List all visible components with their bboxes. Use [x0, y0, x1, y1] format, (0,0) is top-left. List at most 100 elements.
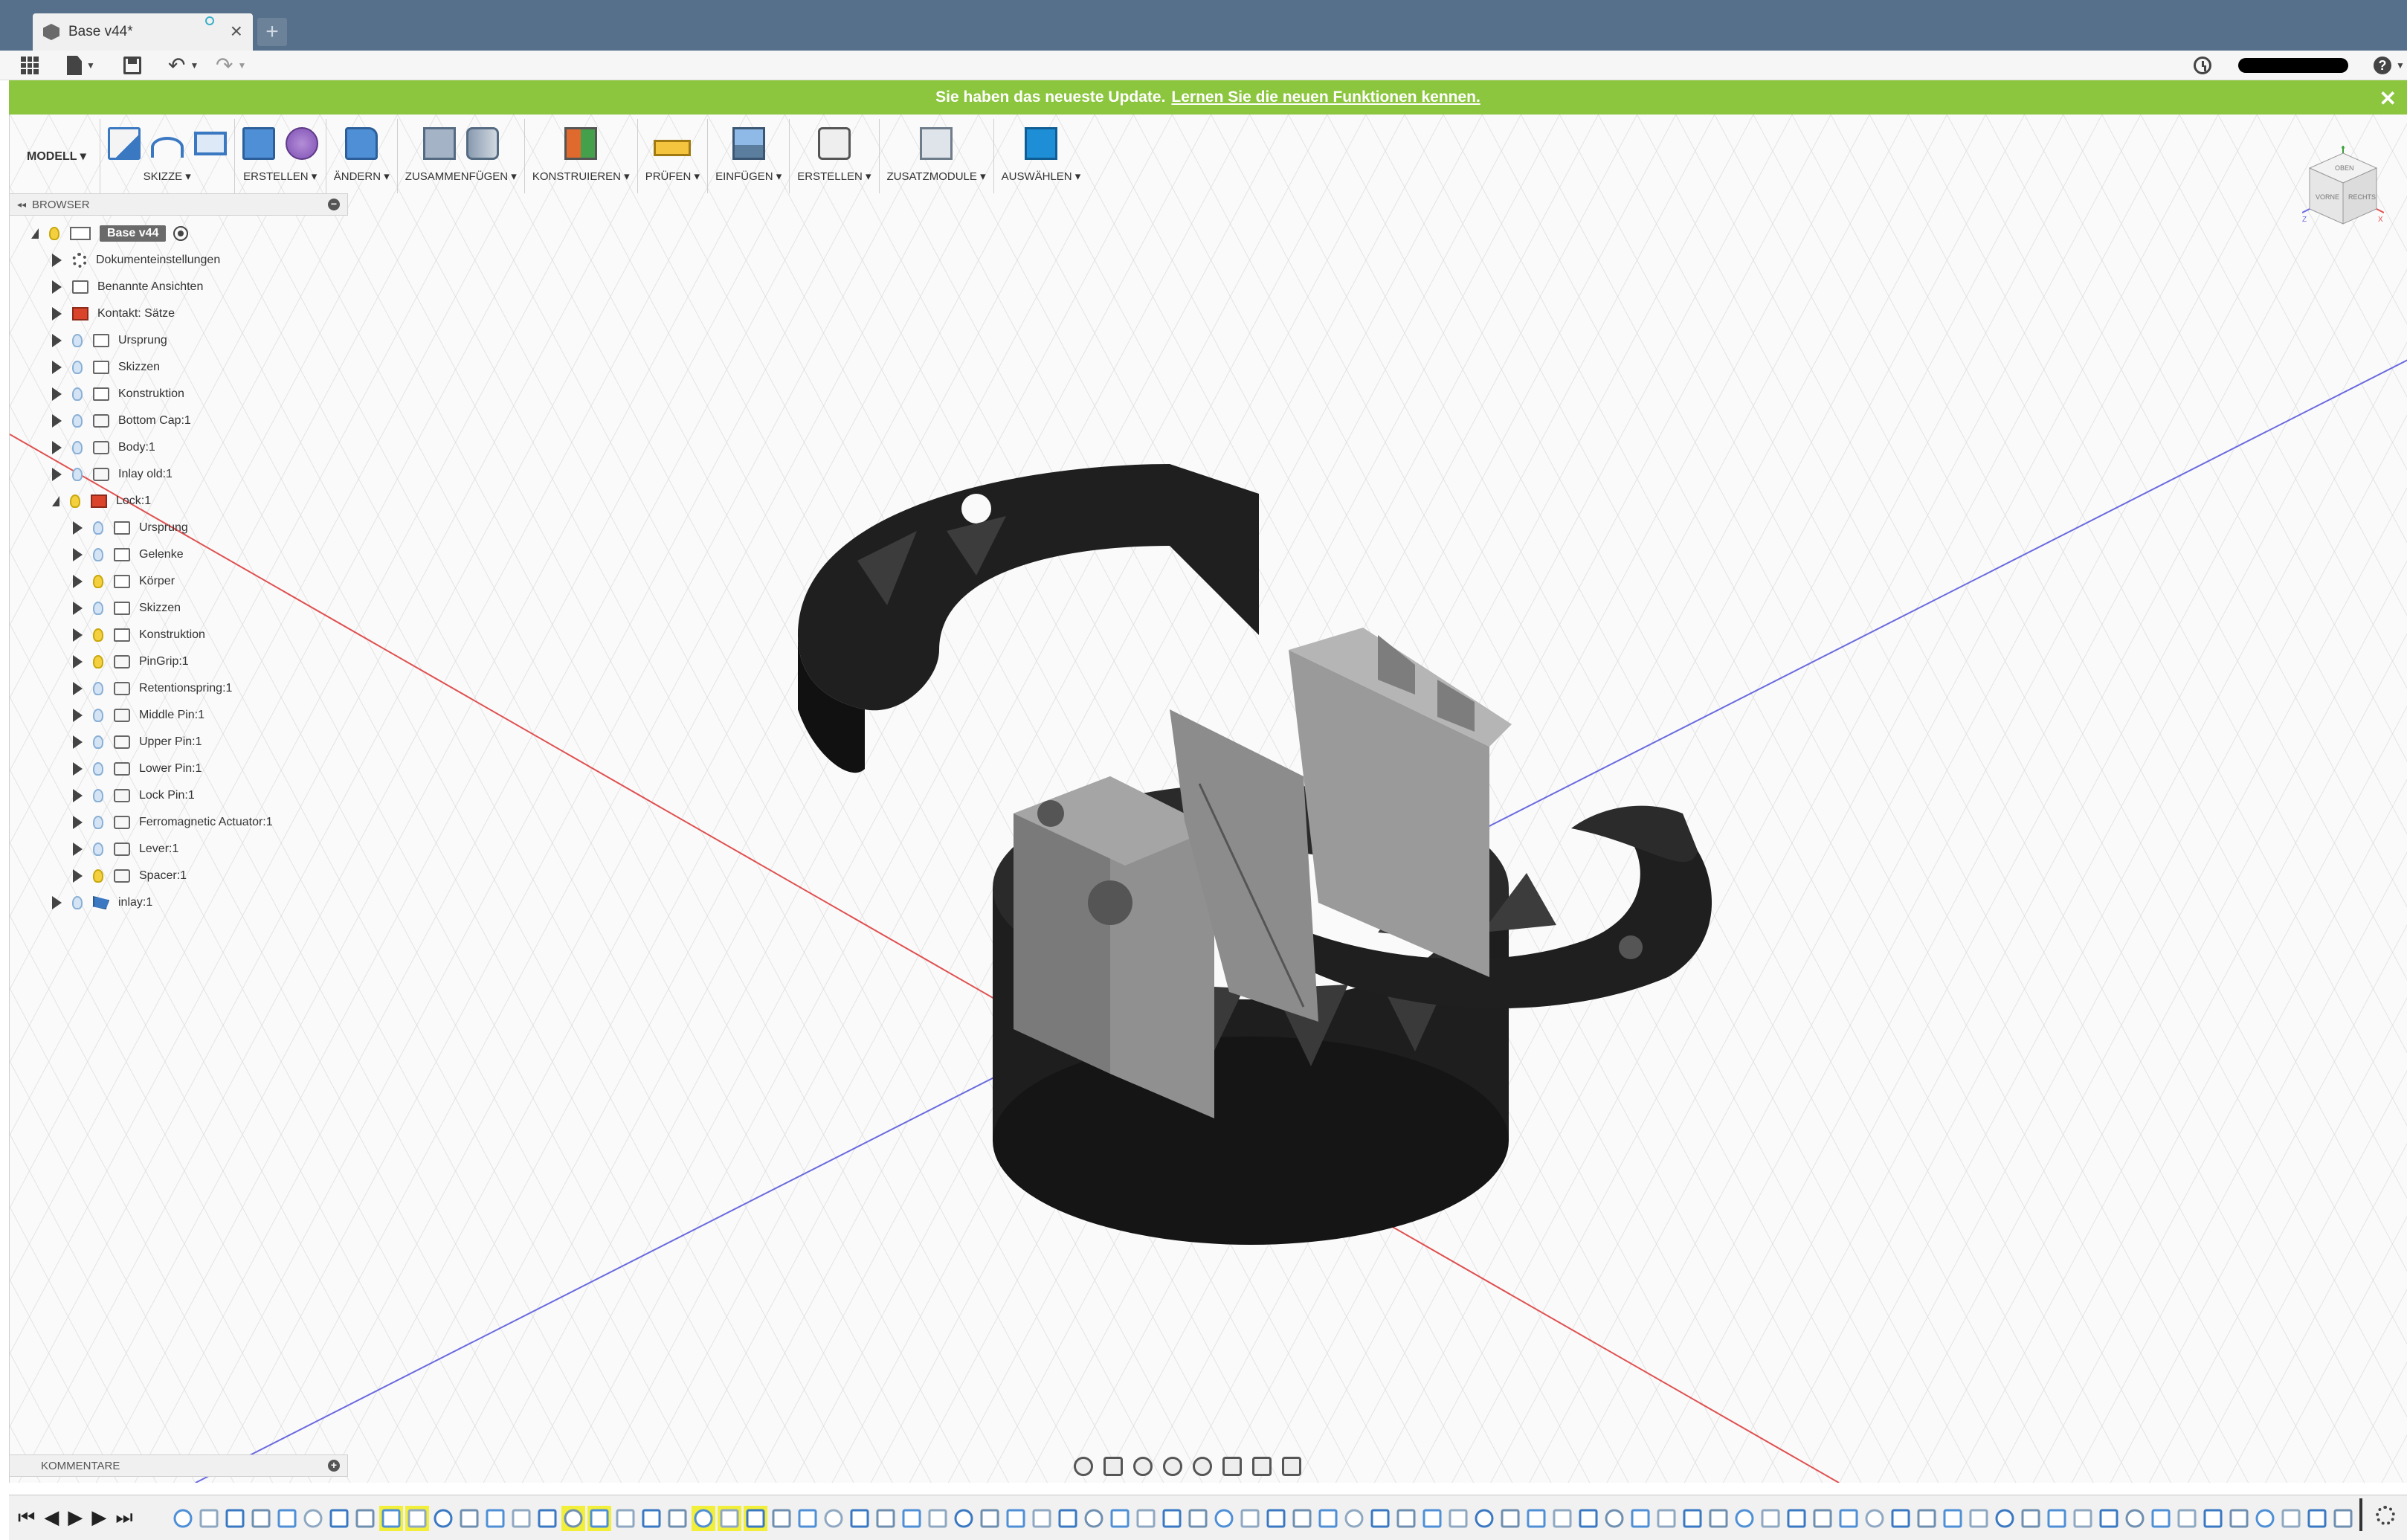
timeline-feature[interactable]: [642, 1509, 661, 1528]
toolbar-group-insert[interactable]: EINFÜGEN ▾: [708, 119, 790, 193]
grid-settings-icon[interactable]: [1252, 1457, 1272, 1476]
visibility-bulb-icon[interactable]: [72, 361, 83, 374]
tree-item-bodies[interactable]: Körper: [9, 568, 351, 595]
timeline-marker[interactable]: [2359, 1498, 2362, 1531]
expand-toggle-icon[interactable]: [73, 843, 83, 856]
rectangle-icon[interactable]: [193, 132, 227, 155]
toolbar-label-select[interactable]: AUSWÄHLEN ▾: [1002, 170, 1081, 183]
timeline-feature[interactable]: [199, 1509, 219, 1528]
file-menu-button[interactable]: ▼: [67, 55, 95, 76]
new-tab-button[interactable]: +: [257, 18, 287, 46]
visibility-bulb-icon[interactable]: [93, 843, 103, 856]
timeline-feature[interactable]: [1032, 1509, 1051, 1528]
insert-image-icon[interactable]: [732, 127, 765, 160]
timeline-feature[interactable]: [1292, 1509, 1312, 1528]
timeline-feature[interactable]: [902, 1509, 921, 1528]
tree-item-sketches[interactable]: Skizzen: [9, 354, 351, 381]
banner-close-icon[interactable]: ✕: [2379, 86, 2397, 111]
user-account-menu[interactable]: [2238, 58, 2348, 73]
tree-item-pingrip[interactable]: PinGrip:1: [9, 648, 351, 675]
timeline-feature[interactable]: [1839, 1509, 1858, 1528]
timeline-feature[interactable]: [744, 1506, 767, 1531]
timeline-feature[interactable]: [2229, 1509, 2249, 1528]
timeline-feature[interactable]: [1214, 1509, 1234, 1528]
timeline-feature[interactable]: [1188, 1509, 1208, 1528]
timeline-feature[interactable]: [2281, 1509, 2301, 1528]
visibility-bulb-icon[interactable]: [72, 441, 83, 454]
timeline-feature[interactable]: [2047, 1509, 2066, 1528]
timeline-feature[interactable]: [486, 1509, 505, 1528]
visibility-bulb-icon[interactable]: [93, 816, 103, 829]
visibility-bulb-icon[interactable]: [72, 387, 83, 401]
collapse-panel-icon[interactable]: ◂◂: [17, 199, 26, 210]
visibility-bulb-icon[interactable]: [49, 227, 59, 240]
visibility-bulb-icon[interactable]: [93, 682, 103, 695]
tree-item-joints[interactable]: Gelenke: [9, 541, 351, 568]
toolbar-label-render[interactable]: ERSTELLEN ▾: [797, 170, 871, 183]
visibility-bulb-icon[interactable]: [72, 414, 83, 428]
timeline-feature[interactable]: [1240, 1509, 1260, 1528]
toolbar-group-modify[interactable]: ÄNDERN ▾: [326, 119, 398, 193]
timeline-feature[interactable]: [1787, 1509, 1806, 1528]
new-component-icon[interactable]: [422, 127, 456, 160]
timeline-previous-button[interactable]: ◀: [44, 1506, 59, 1528]
toolbar-label-addins[interactable]: ZUSATZMODULE ▾: [887, 170, 986, 183]
timeline-feature[interactable]: [1553, 1509, 1572, 1528]
toolbar-label-construct[interactable]: KONSTRUIEREN ▾: [532, 170, 630, 183]
timeline-next-button[interactable]: ▶: [91, 1506, 106, 1528]
visibility-bulb-icon[interactable]: [93, 869, 103, 883]
toolbar-group-create[interactable]: ERSTELLEN ▾: [235, 119, 326, 193]
timeline-feature[interactable]: [405, 1506, 429, 1531]
timeline-feature[interactable]: [434, 1509, 453, 1528]
timeline-feature[interactable]: [1631, 1509, 1650, 1528]
form-icon[interactable]: [285, 127, 318, 160]
timeline-feature[interactable]: [718, 1506, 741, 1531]
timeline-feature[interactable]: [798, 1509, 817, 1528]
expand-toggle-icon[interactable]: [73, 575, 83, 588]
timeline-feature[interactable]: [616, 1509, 635, 1528]
timeline-feature[interactable]: [928, 1509, 947, 1528]
redo-button[interactable]: ↷ ▼: [216, 55, 246, 76]
timeline-feature[interactable]: [1318, 1509, 1338, 1528]
timeline-feature[interactable]: [512, 1509, 531, 1528]
timeline-feature[interactable]: [2255, 1509, 2275, 1528]
add-comment-icon[interactable]: +: [328, 1460, 340, 1472]
expand-toggle-icon[interactable]: [52, 280, 62, 294]
expand-toggle-icon[interactable]: [52, 896, 62, 909]
timeline-feature[interactable]: [251, 1509, 271, 1528]
toolbar-group-sketch[interactable]: SKIZZE ▾: [100, 119, 235, 193]
timeline-feature[interactable]: [1761, 1509, 1780, 1528]
timeline-feature[interactable]: [1162, 1509, 1182, 1528]
timeline-feature[interactable]: [1735, 1509, 1754, 1528]
expand-toggle-icon[interactable]: [73, 655, 83, 668]
timeline-settings-gear-icon[interactable]: [2376, 1506, 2395, 1525]
expand-toggle-icon[interactable]: [73, 682, 83, 695]
expand-toggle-icon[interactable]: [73, 602, 83, 615]
toolbar-group-construct[interactable]: KONSTRUIEREN ▾: [525, 119, 638, 193]
toolbar-label-insert[interactable]: EINFÜGEN ▾: [715, 170, 782, 183]
tree-item-contact-sets[interactable]: Kontakt: Sätze: [9, 300, 351, 327]
timeline-feature[interactable]: [460, 1509, 479, 1528]
timeline-feature[interactable]: [329, 1509, 349, 1528]
tree-item-construction[interactable]: Konstruktion: [9, 381, 351, 407]
timeline-feature[interactable]: [2203, 1509, 2223, 1528]
timeline-feature[interactable]: [1943, 1509, 1962, 1528]
expand-toggle-icon[interactable]: [73, 548, 83, 561]
timeline-feature[interactable]: [1475, 1509, 1494, 1528]
timeline-feature[interactable]: [1501, 1509, 1520, 1528]
tree-item-named-views[interactable]: Benannte Ansichten: [9, 274, 351, 300]
toolbar-group-assemble[interactable]: ZUSAMMENFÜGEN ▾: [398, 119, 525, 193]
tree-item-middle-pin[interactable]: Middle Pin:1: [9, 702, 351, 729]
timeline-feature[interactable]: [2125, 1509, 2145, 1528]
browser-header[interactable]: ◂◂ BROWSER −: [9, 193, 348, 216]
toolbar-group-select[interactable]: AUSWÄHLEN ▾: [994, 119, 1089, 193]
timeline-feature[interactable]: [225, 1509, 245, 1528]
zoom-icon[interactable]: [1163, 1457, 1182, 1476]
visibility-bulb-icon[interactable]: [93, 628, 103, 642]
save-button[interactable]: [123, 55, 141, 76]
view-cube-right-label[interactable]: RECHTS: [2348, 193, 2376, 201]
view-cube[interactable]: OBEN VORNE RECHTS Y Z X: [2302, 146, 2384, 235]
workspace-switcher[interactable]: MODELL ▾: [16, 119, 100, 193]
timeline-feature[interactable]: [1969, 1509, 1988, 1528]
timeline-feature[interactable]: [277, 1509, 297, 1528]
